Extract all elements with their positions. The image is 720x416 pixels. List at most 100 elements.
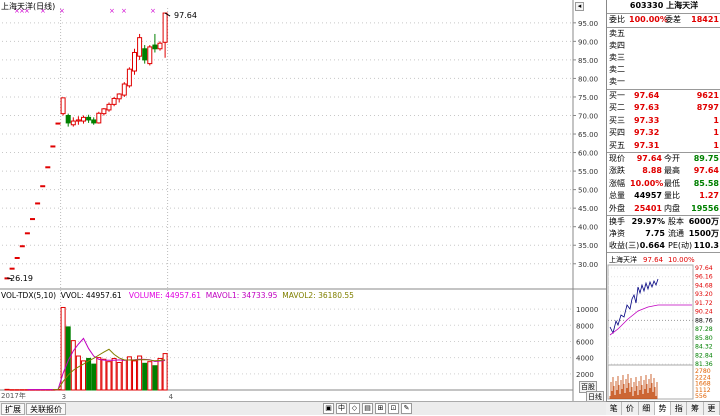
volume-bar[interactable] xyxy=(132,360,137,391)
event-marker-icon[interactable]: × xyxy=(150,7,156,15)
volume-bar[interactable] xyxy=(152,365,158,391)
candle-body[interactable] xyxy=(147,46,153,65)
weibi-row: 委比 100.00% 委差 18421 xyxy=(607,14,720,26)
collapse-icon[interactable]: ◂ xyxy=(575,2,584,11)
sell-level-row[interactable]: 卖二 xyxy=(607,64,720,76)
sell-level-label: 卖一 xyxy=(609,77,625,86)
sidebar-tab[interactable]: 更 xyxy=(704,402,720,415)
volume-bar[interactable] xyxy=(4,388,10,391)
candle-body[interactable] xyxy=(91,119,97,124)
stat-label: 最高 xyxy=(664,166,680,176)
kline-svg[interactable]: 95.00 90.00 85.00 80.00 75.00 70.00 65.00 60.00… xyxy=(0,0,606,401)
volume-bar[interactable] xyxy=(96,357,102,391)
volume-bar[interactable] xyxy=(106,361,112,391)
volume-bar[interactable] xyxy=(101,358,107,391)
kline-chart-panel[interactable]: 95.00 90.00 85.00 80.00 75.00 70.00 65.00 60.00… xyxy=(0,0,606,415)
candle-body[interactable] xyxy=(137,37,143,57)
volume-bar[interactable] xyxy=(70,340,76,391)
tab-extend[interactable]: 扩展 xyxy=(1,403,25,415)
candle-body[interactable] xyxy=(75,119,81,122)
candle-body[interactable] xyxy=(106,103,112,111)
volume-bar[interactable] xyxy=(91,363,97,391)
sell-level-row[interactable]: 卖三 xyxy=(607,52,720,64)
volume-bar[interactable] xyxy=(75,355,81,391)
candle-body[interactable] xyxy=(30,218,35,221)
buy-level-row[interactable]: 买二 97.63 8797 xyxy=(607,102,720,114)
volume-bar[interactable] xyxy=(121,359,127,391)
intraday-mini-chart[interactable]: 上海天洋 97.64 10.00%97.6496.1694.6893.2091.72… xyxy=(607,253,720,401)
stat-value: 10.00% xyxy=(630,178,664,188)
candle-body[interactable] xyxy=(132,51,137,72)
candle-body[interactable] xyxy=(55,122,61,125)
buy-level-row[interactable]: 买三 97.33 1 xyxy=(607,115,720,127)
finance-stat-row: 净资 7.75 流通 1500万 xyxy=(607,228,720,240)
candle-body[interactable] xyxy=(40,185,46,188)
toolbar-tool-icon[interactable]: ▤ xyxy=(362,403,373,414)
sell-level-row[interactable]: 卖一 xyxy=(607,76,720,88)
candle-body[interactable] xyxy=(152,44,158,50)
candle-body[interactable] xyxy=(162,12,168,43)
vol-indicator-title[interactable]: VOL-TDX(5,10) xyxy=(1,291,56,300)
candle-body[interactable] xyxy=(121,83,127,96)
event-marker-icon[interactable]: × xyxy=(109,7,115,15)
volume-bar[interactable] xyxy=(126,356,132,391)
candle-body[interactable] xyxy=(60,97,66,115)
sidebar-tab[interactable]: 笔 xyxy=(606,402,623,415)
volume-bar[interactable] xyxy=(162,353,168,391)
sidebar-tab[interactable]: 筹 xyxy=(687,402,704,415)
candle-body[interactable] xyxy=(35,202,41,205)
event-marker-icon[interactable]: × xyxy=(59,7,65,15)
candle-body[interactable] xyxy=(50,145,56,148)
toolbar-tool-icon[interactable]: ⊞ xyxy=(375,403,386,414)
candle-body[interactable] xyxy=(9,267,15,270)
candle-body[interactable] xyxy=(96,112,102,124)
toolbar-tool-icon[interactable]: 中 xyxy=(336,403,347,414)
mini-chart-pct: 10.00% xyxy=(668,256,695,264)
volume-bar[interactable] xyxy=(116,361,122,391)
candle-body[interactable] xyxy=(65,114,71,124)
stat-value: 89.75 xyxy=(693,154,719,163)
candle-body[interactable] xyxy=(14,256,20,259)
buy-level-volume: 1 xyxy=(713,140,719,150)
candle-body[interactable] xyxy=(142,48,148,61)
candle-body[interactable] xyxy=(157,42,163,50)
candle-body[interactable] xyxy=(111,97,117,105)
sell-level-row[interactable]: 卖五 xyxy=(607,28,720,40)
toolbar-tool-icon[interactable]: ✎ xyxy=(401,403,412,414)
toolbar-tool-icon[interactable]: ⊡ xyxy=(388,403,399,414)
volume-bar[interactable] xyxy=(137,355,143,391)
event-marker-icon[interactable]: × xyxy=(121,7,127,15)
candle-body[interactable] xyxy=(19,245,25,248)
volume-bar[interactable] xyxy=(157,357,163,391)
sidebar-tab[interactable]: 势 xyxy=(654,402,672,415)
candle-body[interactable] xyxy=(70,120,76,126)
candle-body[interactable] xyxy=(101,108,107,115)
sidebar-tab[interactable]: 价 xyxy=(622,402,639,415)
candle-body[interactable] xyxy=(116,93,122,100)
volume-bar[interactable] xyxy=(142,362,148,391)
stock-code-name[interactable]: 603330 上海天洋 xyxy=(607,0,720,12)
toolbar-tool-icon[interactable]: ▣ xyxy=(323,403,334,414)
quote-stat-row: 总量 44957 量比 1.27 xyxy=(607,190,720,202)
volume-bar[interactable] xyxy=(111,357,117,391)
buy-level-row[interactable]: 买五 97.31 1 xyxy=(607,140,720,152)
candle-body[interactable] xyxy=(24,232,30,235)
toolbar-tool-icon[interactable]: ◇ xyxy=(349,403,360,414)
candle-body[interactable] xyxy=(81,116,86,122)
mini-price-axis-label: 97.64 xyxy=(695,265,713,272)
candle-body[interactable] xyxy=(86,116,92,121)
sidebar-tab[interactable]: 指 xyxy=(671,402,688,415)
sidebar-tab[interactable]: 细 xyxy=(639,402,655,415)
buy-level-row[interactable]: 买四 97.32 1 xyxy=(607,127,720,139)
candle-body[interactable] xyxy=(126,68,132,87)
sell-level-row[interactable]: 卖四 xyxy=(607,40,720,52)
candle-body[interactable] xyxy=(45,166,51,169)
volume-bar[interactable] xyxy=(147,361,153,391)
buy-level-label: 买四 xyxy=(609,128,625,138)
mini-vol-axis-label: 556 xyxy=(695,393,707,400)
buy-level-row[interactable]: 买一 97.64 9621 xyxy=(607,90,720,102)
volume-bar[interactable] xyxy=(86,357,92,391)
tab-related-quotes[interactable]: 关联报价 xyxy=(26,403,66,415)
stat-label: 今开 xyxy=(664,154,680,163)
finance-value: 1500万 xyxy=(688,229,719,238)
